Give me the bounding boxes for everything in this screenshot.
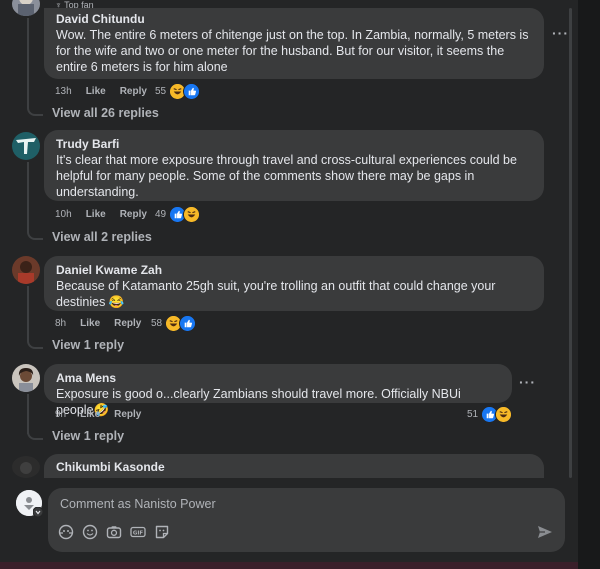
reply-button[interactable]: Reply (114, 409, 141, 420)
comment-author[interactable]: Trudy Barfi (56, 136, 532, 152)
scrollbar[interactable] (567, 8, 575, 478)
like-reaction-icon (179, 315, 197, 332)
view-replies-link[interactable]: View 1 reply (52, 429, 124, 443)
chevron-down-icon[interactable] (33, 507, 43, 517)
reaction-count[interactable]: 58 (151, 315, 197, 332)
reply-button[interactable]: Reply (114, 318, 141, 329)
comment-text-line: entire 6 meters is for him alone (56, 60, 228, 74)
like-button[interactable]: Like (80, 318, 100, 329)
like-button[interactable]: Like (86, 86, 106, 97)
comment-time[interactable]: 10h (55, 209, 72, 220)
comment-author[interactable]: David Chitundu (56, 11, 532, 27)
comment-author[interactable]: Daniel Kwame Zah (56, 262, 532, 278)
comment-author[interactable]: Chikumbi Kasonde (56, 459, 532, 475)
avatar[interactable] (12, 0, 40, 16)
thread-line (27, 286, 29, 341)
more-options-button[interactable]: ··· (519, 374, 536, 390)
avatar-sticker-icon[interactable] (58, 524, 74, 540)
comment-composer: GIF (48, 488, 565, 552)
comment-time[interactable]: 13h (55, 86, 72, 97)
thread-connector (27, 228, 43, 240)
thread-line (27, 18, 29, 108)
comment-actions: 13h Like Reply (55, 86, 147, 97)
comment-bubble: Chikumbi Kasonde (44, 454, 544, 478)
svg-text:GIF: GIF (133, 531, 144, 537)
camera-icon[interactable] (106, 524, 122, 540)
comment-bubble: Daniel Kwame Zah Because of Katamanto 25… (44, 256, 544, 311)
reaction-count[interactable]: 51 (467, 406, 513, 423)
emoji-icon[interactable] (82, 524, 98, 540)
view-replies-link[interactable]: View all 26 replies (52, 106, 159, 120)
reply-button[interactable]: Reply (120, 86, 147, 97)
reaction-count[interactable]: 49 (155, 206, 201, 223)
reply-button[interactable]: Reply (120, 209, 147, 220)
comment-text-line: for the wife and two or one meter for th… (56, 44, 505, 58)
comment-bubble: Ama Mens Exposure is good o...clearly Za… (44, 364, 512, 417)
comment-bubble: David Chitundu Wow. The entire 6 meters … (44, 8, 544, 79)
like-button[interactable]: Like (86, 209, 106, 220)
comments-panel: ♆ Top fan David Chitundu Wow. The entire… (0, 0, 578, 569)
haha-reaction-icon (495, 406, 513, 423)
comment-time[interactable]: 9h (55, 409, 66, 420)
comment-actions: 9h Like Reply (55, 409, 141, 420)
like-button[interactable]: Like (80, 409, 100, 420)
avatar[interactable] (12, 456, 40, 478)
view-replies-link[interactable]: View all 2 replies (52, 230, 152, 244)
thread-connector (27, 104, 43, 116)
thread-connector (27, 337, 43, 349)
comment-input[interactable] (58, 494, 462, 514)
comment-text-line: understanding. (56, 185, 139, 199)
comment-bubble: Trudy Barfi It's clear that more exposur… (44, 130, 544, 201)
avatar[interactable] (12, 364, 40, 392)
comment-text-line: destinies 😂 (56, 295, 125, 309)
view-replies-link[interactable]: View 1 reply (52, 338, 124, 352)
more-options-button[interactable]: ··· (552, 25, 569, 41)
sticker-icon[interactable] (154, 524, 170, 540)
reaction-count[interactable]: 55 (155, 83, 201, 100)
comment-actions: 10h Like Reply (55, 209, 147, 220)
comment-text-line: It's clear that more exposure through tr… (56, 153, 517, 167)
comment-time[interactable]: 8h (55, 318, 66, 329)
avatar[interactable] (12, 132, 40, 160)
comment-text-line: helpful for many people. Some of the com… (56, 169, 475, 183)
bottom-edge (0, 562, 578, 569)
comment-text-line: Wow. The entire 6 meters of chitenge jus… (56, 28, 529, 42)
like-reaction-icon (183, 83, 201, 100)
comment-text-line: Because of Katamanto 25gh suit, you're t… (56, 279, 496, 293)
haha-reaction-icon (183, 206, 201, 223)
avatar[interactable] (12, 256, 40, 284)
page-background-strip (578, 0, 600, 569)
comment-actions: 8h Like Reply (55, 318, 141, 329)
thread-line (27, 162, 29, 232)
comment-author[interactable]: Ama Mens (56, 370, 500, 386)
send-icon[interactable] (536, 523, 554, 541)
gif-icon[interactable]: GIF (130, 524, 146, 540)
thread-connector (27, 428, 43, 440)
